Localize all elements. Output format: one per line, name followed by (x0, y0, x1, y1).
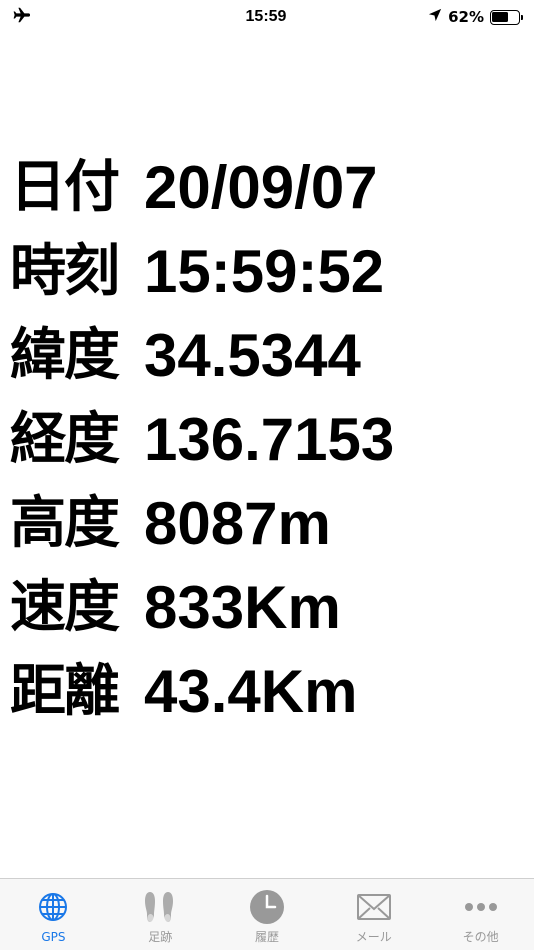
tab-more[interactable]: その他 (427, 879, 534, 950)
tab-footprints[interactable]: 足跡 (107, 879, 214, 950)
tab-label: その他 (462, 930, 499, 944)
gps-readout: 日付 20/09/07 時刻 15:59:52 緯度 34.5344 経度 136.7153 高… (10, 146, 524, 734)
readout-row: 日付 20/09/07 (10, 146, 524, 230)
battery-percent: 62% (448, 8, 484, 26)
tab-label: 足跡 (148, 930, 173, 944)
readout-label: 日付 (10, 155, 120, 220)
footprints-icon (142, 889, 178, 925)
readout-value: 43.4Km (144, 658, 358, 725)
status-left (12, 7, 152, 27)
envelope-icon (356, 889, 392, 925)
readout-label: 緯度 (10, 323, 120, 388)
readout-label: 経度 (10, 407, 120, 472)
readout-label: 距離 (10, 659, 120, 724)
tab-label: 履歴 (254, 930, 279, 944)
status-time: 15:59 (245, 8, 287, 25)
readout-row: 距離 43.4Km (10, 650, 524, 734)
status-right: 62% (380, 8, 523, 26)
battery-icon (489, 9, 523, 25)
tab-gps[interactable]: GPS (0, 879, 107, 950)
gps-screen: 15:59 62% 日付 20/09/07 時刻 15:59:52 緯度 34.5344 経… (0, 0, 534, 950)
readout-value: 20/09/07 (144, 154, 378, 221)
readout-value: 34.5344 (144, 322, 361, 389)
readout-label: 速度 (10, 575, 120, 640)
readout-row: 時刻 15:59:52 (10, 230, 524, 314)
readout-label: 時刻 (10, 239, 120, 304)
tab-mail[interactable]: メール (320, 879, 427, 950)
battery-fill (492, 12, 508, 22)
clock-icon (249, 889, 285, 925)
tab-bar: GPS 足跡 履歴 メール その他 (0, 878, 534, 950)
status-bar: 15:59 62% (0, 0, 534, 34)
readout-value: 8087m (144, 490, 331, 557)
readout-row: 経度 136.7153 (10, 398, 524, 482)
tab-label: GPS (41, 930, 66, 944)
readout-row: 速度 833Km (10, 566, 524, 650)
globe-icon (35, 889, 71, 925)
readout-row: 緯度 34.5344 (10, 314, 524, 398)
tab-label: メール (355, 930, 392, 944)
tab-history[interactable]: 履歴 (214, 879, 321, 950)
readout-row: 高度 8087m (10, 482, 524, 566)
location-arrow-icon (428, 8, 442, 26)
readout-label: 高度 (10, 491, 120, 556)
airplane-icon (12, 7, 32, 27)
readout-value: 15:59:52 (144, 238, 385, 305)
more-icon (463, 889, 499, 925)
readout-value: 136.7153 (144, 406, 395, 473)
readout-value: 833Km (144, 574, 341, 641)
